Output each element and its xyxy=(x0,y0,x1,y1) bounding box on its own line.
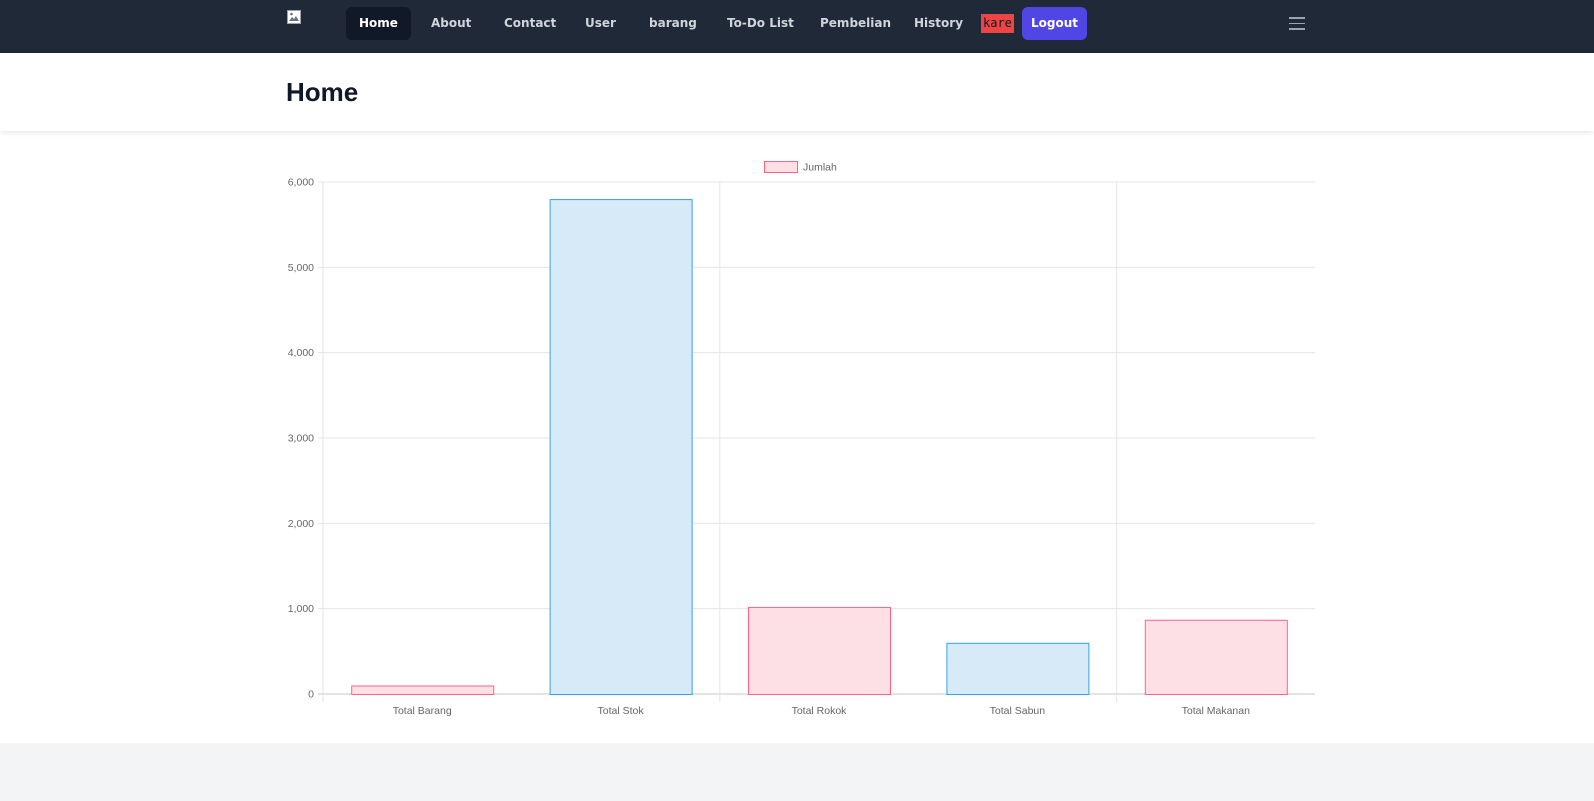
nav-link-barang[interactable]: barang xyxy=(636,7,710,40)
main-content: 0 1,000 2,000 3,000 4,000 5,000 6,000 Total Bar… xyxy=(0,131,1594,743)
broken-image-icon[interactable] xyxy=(287,10,301,24)
bar-2[interactable] xyxy=(748,606,891,695)
bar-4[interactable] xyxy=(1144,619,1288,696)
x-tick-label: Total Sabun xyxy=(990,705,1046,717)
nav-link-user[interactable]: User xyxy=(572,7,629,40)
page-title: Home xyxy=(286,77,359,107)
y-tick-label: 4,000 xyxy=(288,347,314,359)
top-navbar: Home About Contact User barang To-Do List Pemb… xyxy=(0,0,1594,53)
x-tick-label: Total Stok xyxy=(598,705,645,717)
nav-link-contact[interactable]: Contact xyxy=(491,7,569,40)
nav-link-home[interactable]: Home xyxy=(346,7,411,40)
user-name-badge[interactable]: kare xyxy=(981,14,1014,33)
nav-link-history[interactable]: History xyxy=(901,7,976,40)
bar-3[interactable] xyxy=(946,642,1090,695)
nav-link-to-do-list[interactable]: To-Do List xyxy=(714,7,807,40)
page-header: Home xyxy=(0,53,1594,131)
bar-1[interactable] xyxy=(549,199,693,695)
bar-chart: 0 1,000 2,000 3,000 4,000 5,000 6,000 Total Bar… xyxy=(288,161,1315,717)
legend-label[interactable]: Jumlah xyxy=(803,162,837,174)
y-tick-label: 2,000 xyxy=(288,518,314,530)
logout-button[interactable]: Logout xyxy=(1022,7,1087,40)
x-tick-label: Total Barang xyxy=(393,705,452,717)
y-tick-label: 5,000 xyxy=(288,262,314,274)
x-tick-label: Total Rokok xyxy=(792,705,848,717)
y-tick-label: 0 xyxy=(308,689,314,701)
hamburger-menu-icon[interactable] xyxy=(1289,17,1305,30)
y-tick-label: 1,000 xyxy=(288,603,314,615)
nav-link-pembelian[interactable]: Pembelian xyxy=(807,7,904,40)
bar-0[interactable] xyxy=(351,685,495,696)
nav-link-about[interactable]: About xyxy=(418,7,484,40)
y-tick-label: 3,000 xyxy=(288,433,314,445)
legend-swatch[interactable] xyxy=(764,161,798,173)
y-tick-label: 6,000 xyxy=(288,177,314,189)
x-tick-label: Total Makanan xyxy=(1182,705,1250,717)
